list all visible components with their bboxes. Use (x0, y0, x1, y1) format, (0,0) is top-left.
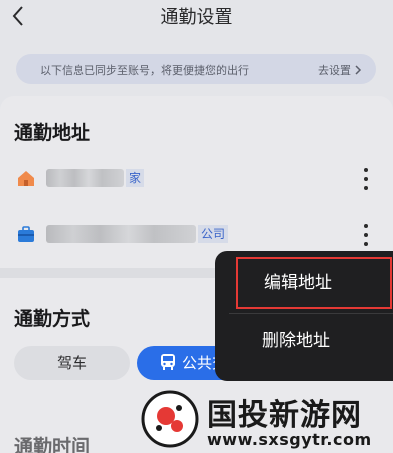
edit-address-menu-item[interactable]: 编辑地址 (236, 257, 392, 309)
address-tag-home: 家 (126, 169, 145, 187)
more-options-icon[interactable] (361, 224, 371, 246)
commute-mode-title: 通勤方式 (14, 308, 91, 330)
commute-time-title: 通勤时间 (14, 436, 91, 453)
briefcase-icon (18, 226, 34, 242)
address-tag-company: 公司 (198, 225, 229, 243)
chevron-right-icon (355, 65, 362, 75)
page-title: 通勤设置 (160, 7, 233, 28)
watermark-url: www.sxsgytr.com (207, 430, 372, 449)
mode-driving[interactable]: 驾车 (14, 346, 130, 380)
more-options-icon[interactable] (361, 168, 371, 190)
go-settings-label: 去设置 (318, 64, 351, 77)
commute-address-title: 通勤地址 (14, 122, 91, 144)
watermark-title: 国投新游网 (207, 398, 362, 433)
watermark-logo-icon (141, 390, 199, 448)
go-settings-link[interactable]: 去设置 (318, 62, 363, 78)
address-row-home[interactable]: 家 (0, 160, 393, 196)
address-row-company[interactable]: 公司 (0, 216, 393, 252)
sync-banner-text: 以下信息已同步至账号，将更便捷您的出行 (40, 64, 249, 77)
site-watermark: 国投新游网 www.sxsgytr.com (137, 386, 393, 453)
bus-icon (160, 354, 175, 370)
menu-divider (229, 313, 393, 314)
home-icon (18, 171, 34, 186)
address-action-menu: 编辑地址 删除地址 (215, 251, 393, 381)
header-bar: 通勤设置 (0, 0, 393, 44)
address-value-hidden (46, 225, 196, 243)
address-value-hidden (46, 169, 124, 187)
sync-banner: 以下信息已同步至账号，将更便捷您的出行 去设置 (16, 54, 376, 84)
delete-address-menu-item[interactable]: 删除地址 (215, 315, 393, 367)
